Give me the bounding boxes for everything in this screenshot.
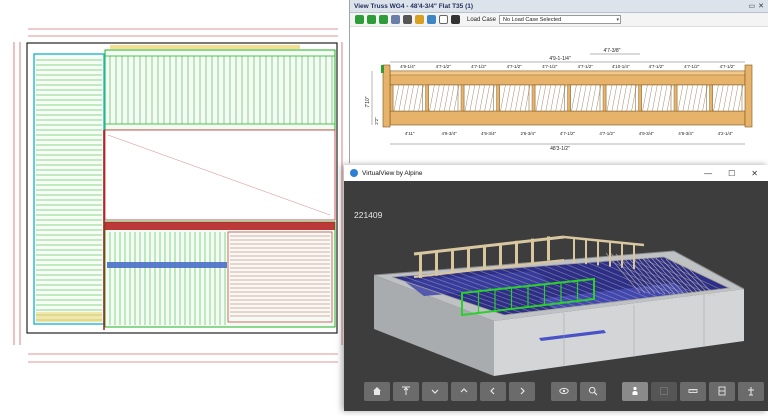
- dim-left-height: 2'2": [374, 117, 379, 125]
- info-icon[interactable]: [415, 15, 424, 24]
- dim-height: 7'10": [365, 96, 371, 107]
- bottom-panel-dim: 2'6-3/4": [520, 131, 536, 136]
- floor-plan-svg: [13, 28, 343, 363]
- view-truss-window[interactable]: View Truss WG4 - 48'4-3/4" Flat T35 (1) …: [349, 0, 768, 163]
- close-icon[interactable]: ✕: [751, 169, 758, 178]
- bottom-panel-dim: 4'7-1/2": [560, 131, 576, 136]
- alpine-logo-icon: [350, 169, 358, 177]
- bottom-panel-dim: 4'11": [405, 131, 415, 136]
- top-panel-dim: 4'7-1/2": [649, 64, 665, 69]
- load-case-label: Load Case: [467, 16, 497, 23]
- truss-titlebar[interactable]: View Truss WG4 - 48'4-3/4" Flat T35 (1) …: [350, 0, 768, 13]
- zoom-button[interactable]: [579, 381, 607, 401]
- dim-overall-top: 4'9-1-1/4": [549, 56, 571, 62]
- dim-overall-bottom: 48'3-1/2": [550, 146, 570, 152]
- load-case-select[interactable]: No Load Case Selected ▾: [499, 15, 622, 24]
- bottom-panel-dim: 4'9-3/4": [442, 131, 458, 136]
- maximize-icon[interactable]: ☐: [728, 169, 735, 178]
- top-panel-dim: 4'7-1/2": [578, 64, 594, 69]
- grid-icon: [659, 387, 668, 395]
- truss-toolbar: Load Case No Load Case Selected ▾: [350, 13, 768, 27]
- close-icon[interactable]: ✕: [758, 2, 764, 10]
- bottom-panel-dim: 4'9-3/4": [639, 131, 655, 136]
- chart-icon[interactable]: [427, 15, 436, 24]
- top-panel-dim: 4'10-1/4": [612, 64, 630, 69]
- grid-button[interactable]: [650, 381, 677, 401]
- level-top-icon: [402, 386, 411, 395]
- truss-window-title: View Truss WG4 - 48'4-3/4" Flat T35 (1): [354, 2, 474, 10]
- triangle-icon[interactable]: [439, 15, 448, 24]
- top-panel-dim: 4'7-1/2": [507, 64, 523, 69]
- zoom-out-icon[interactable]: [367, 15, 376, 24]
- top-panel-dim: 4'7-1/2": [436, 64, 452, 69]
- bottom-panel-dim: 4'2-1/4": [718, 131, 734, 136]
- minimize-icon[interactable]: —: [704, 169, 712, 178]
- bottom-panel-dim: 4'9-3/4": [481, 131, 497, 136]
- next-button[interactable]: [509, 381, 536, 401]
- 3d-viewport[interactable]: [344, 181, 768, 381]
- zoom-in-icon[interactable]: [355, 15, 364, 24]
- load-icon[interactable]: [451, 15, 460, 24]
- dim-top-span: 4'7-3/8": [604, 48, 621, 54]
- save-icon[interactable]: [391, 15, 400, 24]
- floor-plan-drawing[interactable]: [0, 0, 348, 411]
- chevron-right-icon: [520, 387, 526, 395]
- 3d-model-svg: [373, 235, 745, 376]
- chevron-up-icon: [460, 388, 468, 393]
- chevron-down-icon: [431, 389, 439, 394]
- chevron-left-icon: [490, 387, 495, 395]
- top-panel-dim: 4'9-1/4": [400, 64, 416, 69]
- level-top-button[interactable]: [393, 381, 420, 401]
- load-case-value: No Load Case Selected: [503, 17, 562, 23]
- person-icon: [632, 386, 638, 395]
- vv-titlebar[interactable]: VirtualView by Alpine — ☐ ✕: [344, 165, 768, 181]
- job-number: 221409: [354, 210, 383, 220]
- bottom-panel-dim: 4'9-3/4": [678, 131, 694, 136]
- vv-toolbar: [364, 380, 764, 402]
- virtualview-window[interactable]: VirtualView by Alpine — ☐ ✕ 221409: [344, 165, 768, 411]
- upright-button[interactable]: [737, 381, 764, 401]
- level-up-button[interactable]: [451, 381, 478, 401]
- split-icon: [718, 386, 726, 396]
- bottom-panel-dim: 4'7-1/2": [599, 131, 615, 136]
- eye-icon: [559, 387, 569, 395]
- top-panel-dim: 4'7-1/2": [720, 64, 736, 69]
- zoom-fit-icon[interactable]: [379, 15, 388, 24]
- truss-drawing[interactable]: 4'7-3/8" 4'9-1-1/4" 4'9-1/4" 4'7-1/2" 4'7-…: [350, 27, 768, 163]
- level-down-button[interactable]: [422, 381, 449, 401]
- walk-mode-button[interactable]: [621, 381, 648, 401]
- truss-svg: 4'7-3/8" 4'9-1-1/4" 4'9-1/4" 4'7-1/2" 4'7-…: [365, 48, 753, 152]
- top-panel-dim: 4'7-1/2": [542, 64, 558, 69]
- home-icon: [373, 387, 382, 395]
- dropdown-arrow-icon: ▾: [616, 17, 620, 23]
- restore-icon[interactable]: ▭: [749, 2, 756, 10]
- ruler-icon: [688, 389, 698, 393]
- zoom-icon: [588, 386, 598, 396]
- previous-button[interactable]: [480, 381, 507, 401]
- visibility-button[interactable]: [550, 381, 577, 401]
- top-panel-dim: 4'7-1/2": [471, 64, 487, 69]
- measure-button[interactable]: [679, 381, 706, 401]
- upright-icon: [747, 387, 754, 396]
- home-button[interactable]: [364, 381, 391, 401]
- section-button[interactable]: [708, 381, 735, 401]
- print-icon[interactable]: [403, 15, 412, 24]
- vv-window-title: VirtualView by Alpine: [362, 169, 423, 177]
- top-panel-dim: 4'7-1/2": [684, 64, 700, 69]
